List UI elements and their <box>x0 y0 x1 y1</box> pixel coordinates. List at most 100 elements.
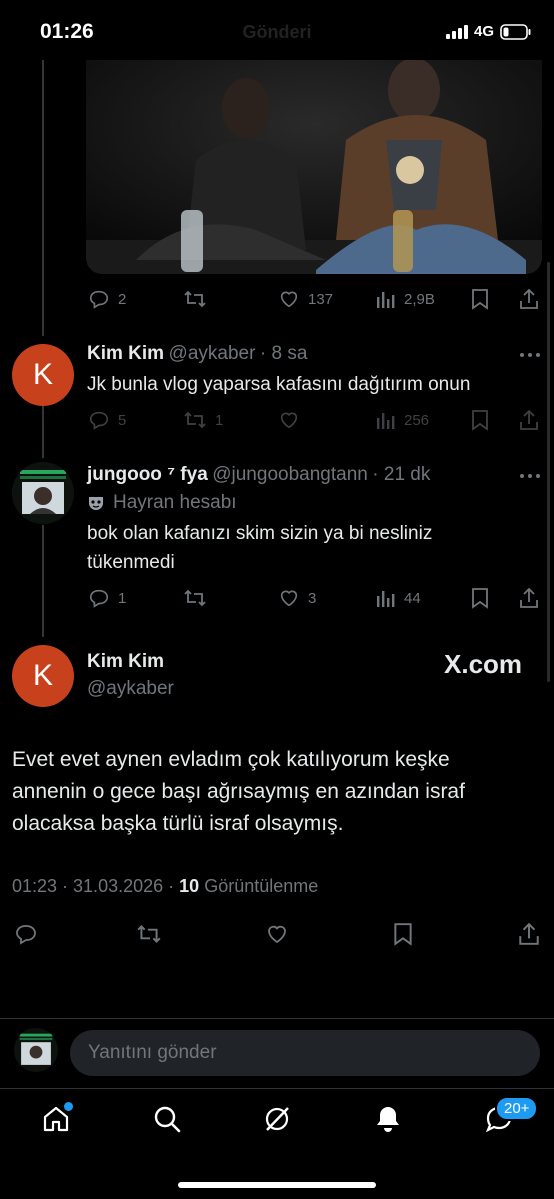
views-count: 256 <box>404 411 430 429</box>
retweet-button[interactable] <box>183 587 207 609</box>
author-handle[interactable]: @jungoobangtann <box>212 464 368 485</box>
main-tweet-line: Evet evet aynen evladım çok katılıyorum … <box>12 748 450 771</box>
heart-icon <box>278 409 300 431</box>
bookmark-button[interactable] <box>471 587 489 609</box>
composer-avatar <box>14 1028 58 1072</box>
network-label: 4G <box>473 23 494 40</box>
share-icon <box>518 288 540 310</box>
mask-icon <box>87 494 105 512</box>
share-button[interactable] <box>518 409 540 431</box>
bookmark-icon <box>471 288 489 310</box>
reply-input-placeholder: Yanıtını gönder <box>88 1042 217 1063</box>
tweet-meta: 01:23 · 31.03.2026 · 10 Görüntülenme <box>12 876 318 897</box>
main-tweet-text: Evet evet aynen evladım çok katılıyorum … <box>12 744 465 840</box>
views-count: 10 <box>179 876 200 896</box>
more-options-icon[interactable] <box>519 473 541 479</box>
tab-messages[interactable]: 20+ <box>483 1096 539 1134</box>
avatar[interactable]: K <box>12 645 74 707</box>
author-name[interactable]: jungooo ⁷ fya <box>87 464 208 485</box>
retweet-button[interactable] <box>136 922 162 946</box>
views-button[interactable]: 2,9B <box>376 289 435 309</box>
fan-label-text: Hayran hesabı <box>113 492 237 513</box>
like-button[interactable] <box>278 409 300 431</box>
reply-icon <box>88 587 110 609</box>
views-icon <box>376 289 396 309</box>
bookmark-icon <box>471 409 489 431</box>
reply-button[interactable]: 5 <box>88 409 126 431</box>
main-tweet-line: olacaksa başka türlü israf olsaymış. <box>12 812 344 835</box>
more-options-icon[interactable] <box>519 352 541 358</box>
reply-icon <box>88 409 110 431</box>
thread-line <box>42 525 44 637</box>
retweet-icon <box>183 409 207 431</box>
reply-count: 1 <box>118 589 127 607</box>
reply-icon <box>14 922 38 946</box>
reply-count: 5 <box>118 411 127 429</box>
reply-button[interactable]: 1 <box>88 587 126 609</box>
main-tweet-line: annenin o gece başı ağrısaymış en azında… <box>12 780 465 803</box>
like-button[interactable]: 137 <box>278 288 333 310</box>
like-count: 137 <box>308 290 334 308</box>
tab-notifications[interactable] <box>373 1104 403 1134</box>
home-indicator <box>178 1182 376 1188</box>
like-button[interactable] <box>264 922 290 946</box>
author-name[interactable]: Kim Kim <box>87 651 164 673</box>
reply-button[interactable]: 2 <box>88 288 126 310</box>
reply-input[interactable]: Yanıtını gönder <box>70 1030 540 1076</box>
tweet-time: · 21 dk <box>372 464 431 485</box>
bookmark-button[interactable] <box>471 288 489 310</box>
reply-button[interactable] <box>14 922 38 946</box>
reply-header: jungooo ⁷ fya @jungoobangtann · 21 dk <box>87 464 430 486</box>
tweet-time: · 8 sa <box>259 343 308 364</box>
views-icon <box>376 588 396 608</box>
like-count: 3 <box>308 589 317 607</box>
fan-account-label: Hayran hesabı <box>87 492 237 514</box>
share-button[interactable] <box>518 587 540 609</box>
tab-home[interactable] <box>41 1102 73 1134</box>
bookmark-icon <box>393 922 413 946</box>
views-count: 44 <box>404 589 421 607</box>
scrollbar[interactable] <box>547 262 550 682</box>
reply-header: Kim Kim @aykaber · 8 sa <box>87 343 307 365</box>
reply-icon <box>88 288 110 310</box>
share-icon <box>518 587 540 609</box>
share-button[interactable] <box>518 288 540 310</box>
share-icon <box>518 409 540 431</box>
status-indicators: 4G <box>445 23 532 40</box>
bookmark-button[interactable] <box>393 922 413 946</box>
like-button[interactable]: 3 <box>278 587 316 609</box>
composer-divider <box>0 1018 554 1019</box>
author-handle[interactable]: @aykaber <box>169 343 256 364</box>
main-tweet-actions <box>0 922 554 950</box>
tab-search[interactable] <box>152 1104 182 1134</box>
x-com-source[interactable]: X.com <box>444 649 522 680</box>
retweet-button[interactable] <box>183 288 207 310</box>
bookmark-button[interactable] <box>471 409 489 431</box>
share-button[interactable] <box>517 922 541 946</box>
tweet-timestamp: 01:23 · 31.03.2026 · <box>12 876 175 896</box>
avatar[interactable]: K <box>12 344 74 406</box>
parent-tweet-actions: 2 137 2,9B <box>0 284 554 314</box>
retweet-count: 1 <box>215 411 224 429</box>
views-button[interactable]: 44 <box>376 588 421 608</box>
tweet-media-image[interactable] <box>86 60 542 274</box>
author-handle[interactable]: @aykaber <box>87 678 174 700</box>
messages-badge: 20+ <box>495 1096 539 1121</box>
heart-icon <box>278 587 300 609</box>
reply-text: bok olan kafanızı skim sizin ya bi nesli… <box>87 519 432 577</box>
retweet-icon <box>136 922 162 946</box>
bookmark-icon <box>471 587 489 609</box>
retweet-button[interactable]: 1 <box>183 409 223 431</box>
search-icon <box>152 1104 182 1134</box>
reply-text-line: tükenmedi <box>87 552 175 573</box>
grok-icon <box>262 1104 292 1134</box>
tab-grok[interactable] <box>262 1104 292 1134</box>
heart-icon <box>264 922 290 946</box>
views-label: Görüntülenme <box>204 876 319 896</box>
retweet-icon <box>183 587 207 609</box>
views-button[interactable]: 256 <box>376 410 429 430</box>
signal-icon <box>445 24 468 39</box>
views-count: 2,9B <box>404 290 435 308</box>
avatar[interactable] <box>12 462 74 524</box>
author-name[interactable]: Kim Kim <box>87 343 164 364</box>
